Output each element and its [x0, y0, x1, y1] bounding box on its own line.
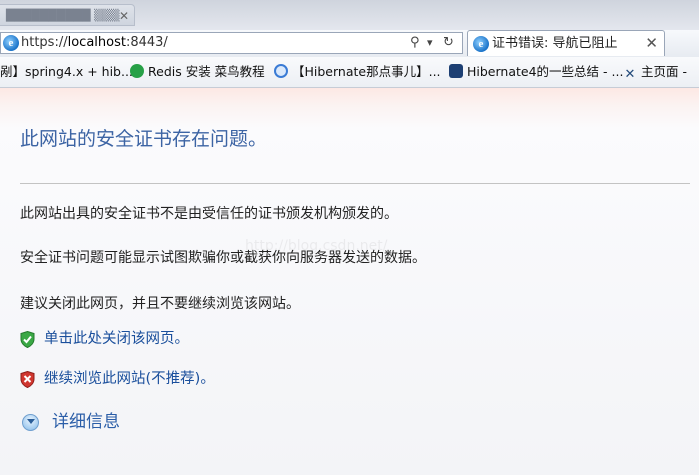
background-tab-title: ██████████ ▒▒▒: [6, 9, 120, 22]
dropdown-icon[interactable]: ▾: [427, 33, 433, 53]
paragraph-untrusted-ca: 此网站出具的安全证书不是由受信任的证书颁发机构颁发的。: [20, 206, 398, 222]
search-icon[interactable]: ⚲: [410, 33, 420, 53]
expand-chevron-icon[interactable]: [22, 414, 39, 431]
background-tab-close-icon[interactable]: ✕: [119, 5, 129, 25]
active-tab[interactable]: e 证书错误: 导航已阻止 ✕: [467, 30, 665, 56]
url-prefix: https://: [21, 35, 68, 50]
favorite-home-label: 主页面 -: [641, 64, 687, 79]
favorite-hibernate4-label: Hibernate4的一些总结 - ...: [467, 64, 624, 79]
favorite-spring-label: 剐】spring4.x + hib...: [0, 64, 133, 79]
red-shield-icon: [20, 371, 35, 388]
address-row: e https://localhost:8443/ ⚲ ▾ ↻ e 证书错误: …: [0, 30, 699, 58]
favorites-bar: 剐】spring4.x + hib... Redis 安装 菜鸟教程 【Hibe…: [0, 57, 699, 88]
close-page-action[interactable]: 单击此处关闭该网页。: [20, 329, 220, 349]
favorite-hibernate-label: 【Hibernate那点事儿】...: [292, 64, 441, 79]
active-tab-title: 证书错误: 导航已阻止: [492, 36, 618, 51]
more-info-link[interactable]: 详细信息: [52, 411, 120, 433]
close-page-link[interactable]: 单击此处关闭该网页。: [44, 329, 189, 349]
more-info-toggle[interactable]: 详细信息: [22, 411, 152, 433]
favorite-spring[interactable]: 剐】spring4.x + hib...: [0, 57, 133, 87]
favorite-hibernate4[interactable]: Hibernate4的一些总结 - ...: [449, 57, 623, 87]
page-content: 此网站的安全证书存在问题。 此网站出具的安全证书不是由受信任的证书颁发机构颁发的…: [0, 88, 699, 475]
url-text[interactable]: https://localhost:8443/: [21, 33, 168, 53]
favorite-redis-label: Redis 安装 菜鸟教程: [148, 64, 265, 79]
csdn-icon: [449, 64, 463, 78]
address-bar[interactable]: e https://localhost:8443/ ⚲ ▾ ↻: [0, 32, 463, 54]
divider: [20, 183, 690, 184]
url-host: localhost: [67, 35, 126, 50]
window-title-strip: ██████████ ▒▒▒ ✕: [0, 0, 699, 31]
page-title: 此网站的安全证书存在问题。: [20, 128, 268, 150]
url-port: :8443/: [125, 35, 168, 50]
close-tab-icon[interactable]: ✕: [645, 31, 658, 56]
tools-icon: ✕: [624, 67, 636, 82]
favorite-home[interactable]: ✕ 主页面 -: [623, 57, 687, 87]
ie-page-icon: e: [3, 35, 19, 51]
continue-link[interactable]: 继续浏览此网站(不推荐)。: [44, 369, 215, 389]
favorite-hibernate[interactable]: 【Hibernate那点事儿】...: [274, 57, 441, 87]
ie-tab-icon: e: [473, 36, 489, 52]
favorite-redis[interactable]: Redis 安装 菜鸟教程: [130, 57, 265, 87]
continue-action[interactable]: 继续浏览此网站(不推荐)。: [20, 369, 260, 389]
refresh-icon[interactable]: ↻: [443, 33, 454, 53]
watermark: http://blog.csdn.net/: [245, 238, 388, 254]
green-shield-icon: [20, 331, 35, 348]
redis-icon: [130, 64, 144, 78]
background-tab[interactable]: ██████████ ▒▒▒ ✕: [0, 4, 135, 26]
paragraph-recommendation: 建议关闭此网页，并且不要继续浏览该网站。: [20, 296, 300, 312]
globe-icon: [274, 64, 288, 78]
